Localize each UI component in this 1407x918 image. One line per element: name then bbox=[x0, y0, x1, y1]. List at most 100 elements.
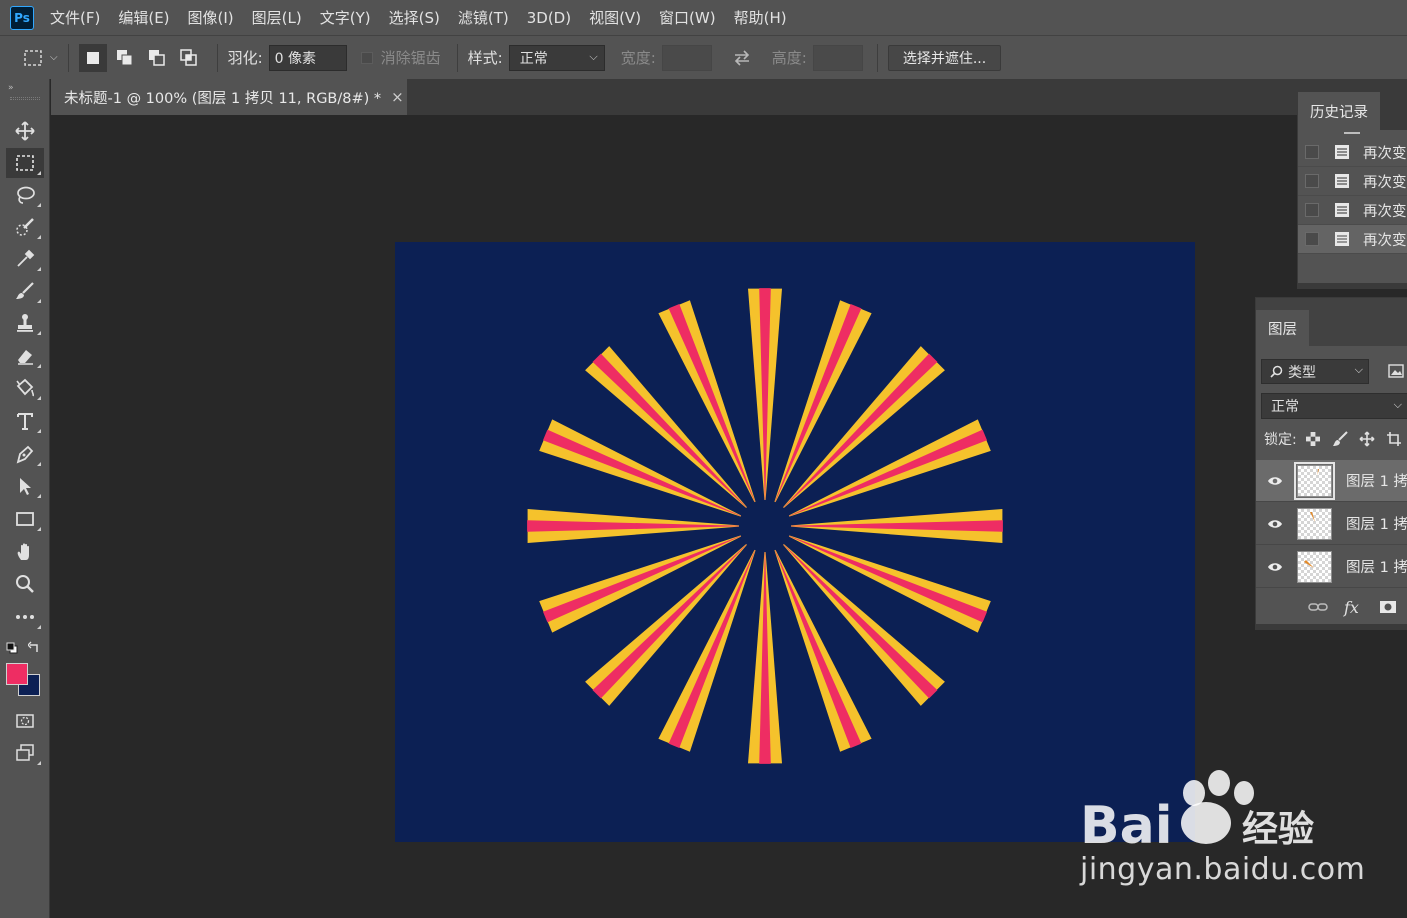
feather-input[interactable]: 0 像素 bbox=[268, 44, 347, 71]
close-icon[interactable]: × bbox=[391, 88, 404, 106]
layer-thumbnail bbox=[1296, 507, 1333, 540]
default-colors-button[interactable] bbox=[6, 642, 18, 658]
menu-view[interactable]: 视图(V) bbox=[589, 7, 641, 28]
eyedropper-tool[interactable] bbox=[6, 244, 44, 274]
history-snapshot-checkbox[interactable] bbox=[1305, 203, 1319, 217]
history-item[interactable]: 再次变 bbox=[1298, 225, 1407, 254]
lasso-icon bbox=[17, 186, 35, 204]
antialias-checkbox[interactable] bbox=[360, 51, 373, 64]
history-item[interactable]: 再次变 bbox=[1298, 138, 1407, 167]
lock-pixels-brush-icon[interactable] bbox=[1332, 431, 1348, 447]
separator bbox=[216, 43, 218, 72]
tools-panel: » bbox=[0, 79, 50, 918]
submenu-indicator bbox=[37, 203, 41, 207]
ps-logo-icon[interactable]: Ps bbox=[10, 5, 34, 30]
style-select[interactable]: 正常 ⌵ bbox=[508, 44, 605, 71]
paint-bucket-tool[interactable] bbox=[6, 373, 44, 403]
quick-selection-tool[interactable] bbox=[6, 212, 44, 242]
filter-image-layers-button[interactable] bbox=[1388, 364, 1404, 382]
tab-history[interactable]: 历史记录 bbox=[1298, 92, 1380, 130]
rectangular-marquee-tool[interactable] bbox=[6, 148, 44, 178]
screen-mode-button[interactable] bbox=[6, 738, 44, 768]
clone-stamp-tool[interactable] bbox=[6, 308, 44, 338]
move-tool[interactable] bbox=[6, 116, 44, 146]
watermark-brand: Bai bbox=[1080, 796, 1173, 856]
menu-file[interactable]: 文件(F) bbox=[50, 7, 100, 28]
pen-tool[interactable] bbox=[6, 439, 44, 469]
document-canvas[interactable] bbox=[395, 242, 1195, 842]
new-selection-button[interactable] bbox=[78, 43, 107, 72]
menu-edit[interactable]: 编辑(E) bbox=[118, 7, 169, 28]
hand-tool[interactable] bbox=[6, 537, 44, 567]
tab-layers[interactable]: 图层 bbox=[1256, 310, 1309, 346]
menu-filter[interactable]: 滤镜(T) bbox=[458, 7, 509, 28]
document-tab-bar: 未标题-1 @ 100% (图层 1 拷贝 11, RGB/8#) * × bbox=[51, 79, 1407, 115]
link-layers-icon[interactable] bbox=[1308, 601, 1328, 613]
quick-mask-button[interactable] bbox=[6, 706, 44, 736]
history-item[interactable]: 再次变 bbox=[1298, 167, 1407, 196]
blend-mode-select[interactable]: 正常 ⌵ bbox=[1261, 393, 1407, 419]
lasso-tool[interactable] bbox=[6, 180, 44, 210]
layer-visibility-toggle[interactable] bbox=[1266, 561, 1285, 573]
rectangle-tool[interactable] bbox=[6, 504, 44, 534]
photoshop-window: Ps 文件(F) 编辑(E) 图像(I) 图层(L) 文字(Y) 选择(S) 滤… bbox=[0, 0, 1407, 918]
default-colors-icon bbox=[6, 642, 18, 654]
layer-visibility-toggle[interactable] bbox=[1266, 475, 1285, 487]
select-and-mask-button[interactable]: 选择并遮住... bbox=[887, 44, 1002, 71]
layer-row[interactable]: 图层 1 拷 bbox=[1256, 503, 1407, 545]
menu-select[interactable]: 选择(S) bbox=[389, 7, 440, 28]
menu-3d[interactable]: 3D(D) bbox=[527, 9, 571, 27]
submenu-indicator bbox=[37, 429, 41, 433]
height-input[interactable] bbox=[812, 44, 863, 71]
document-tab[interactable]: 未标题-1 @ 100% (图层 1 拷贝 11, RGB/8#) * × bbox=[51, 79, 407, 115]
add-selection-button[interactable] bbox=[111, 44, 139, 72]
type-tool[interactable] bbox=[6, 406, 44, 436]
feather-label: 羽化: bbox=[227, 49, 263, 67]
menu-window[interactable]: 窗口(W) bbox=[659, 7, 716, 28]
layer-filter-select[interactable]: 类型 ⌵ bbox=[1261, 359, 1369, 384]
more-tools-button[interactable] bbox=[6, 602, 44, 632]
history-scroll-top bbox=[1298, 130, 1407, 138]
swap-dimensions-button[interactable] bbox=[732, 49, 752, 67]
zoom-tool[interactable] bbox=[6, 569, 44, 599]
history-snapshot-checkbox[interactable] bbox=[1305, 145, 1319, 159]
path-selection-tool[interactable] bbox=[6, 471, 44, 501]
submenu-indicator bbox=[37, 494, 41, 498]
intersect-selection-button[interactable] bbox=[175, 44, 203, 72]
menu-layer[interactable]: 图层(L) bbox=[252, 7, 302, 28]
panel-grip[interactable] bbox=[10, 97, 40, 100]
menu-help[interactable]: 帮助(H) bbox=[734, 7, 787, 28]
layer-row[interactable]: 图层 1 拷 bbox=[1256, 546, 1407, 588]
history-snapshot-checkbox[interactable] bbox=[1305, 174, 1319, 188]
history-item[interactable]: 再次变 bbox=[1298, 196, 1407, 225]
collapse-panel-icon[interactable]: » bbox=[8, 83, 14, 93]
history-item-label: 再次变 bbox=[1363, 174, 1407, 191]
add-mask-icon[interactable] bbox=[1379, 600, 1397, 614]
lock-artboard-icon[interactable] bbox=[1386, 431, 1402, 447]
eye-icon bbox=[1268, 476, 1283, 485]
fx-icon[interactable]: fx bbox=[1344, 598, 1359, 617]
foreground-color-swatch[interactable] bbox=[6, 663, 28, 685]
menu-type[interactable]: 文字(Y) bbox=[320, 7, 371, 28]
menu-image[interactable]: 图像(I) bbox=[188, 7, 234, 28]
width-input[interactable] bbox=[661, 44, 712, 71]
history-partial-item bbox=[1344, 132, 1360, 134]
width-label: 宽度: bbox=[620, 49, 656, 67]
layer-row[interactable]: 图层 1 拷 bbox=[1256, 460, 1407, 502]
document-icon bbox=[1335, 232, 1349, 246]
tool-preset-picker[interactable]: ⌵ bbox=[22, 47, 58, 69]
lock-position-icon[interactable] bbox=[1359, 431, 1375, 447]
layers-tab-bar: 图层 bbox=[1256, 298, 1407, 346]
swap-colors-icon bbox=[27, 641, 38, 652]
eraser-tool[interactable] bbox=[6, 341, 44, 371]
subtract-selection-button[interactable] bbox=[143, 44, 171, 72]
separator bbox=[67, 43, 69, 72]
swap-colors-button[interactable] bbox=[27, 641, 41, 658]
antialias-label: 消除锯齿 bbox=[380, 49, 441, 67]
layer-visibility-toggle[interactable] bbox=[1266, 518, 1285, 530]
brush-tool[interactable] bbox=[6, 276, 44, 306]
history-snapshot-checkbox[interactable] bbox=[1305, 232, 1319, 246]
rectangle-icon bbox=[16, 512, 34, 526]
marquee-icon bbox=[16, 155, 34, 171]
lock-transparency-icon[interactable] bbox=[1305, 431, 1321, 447]
